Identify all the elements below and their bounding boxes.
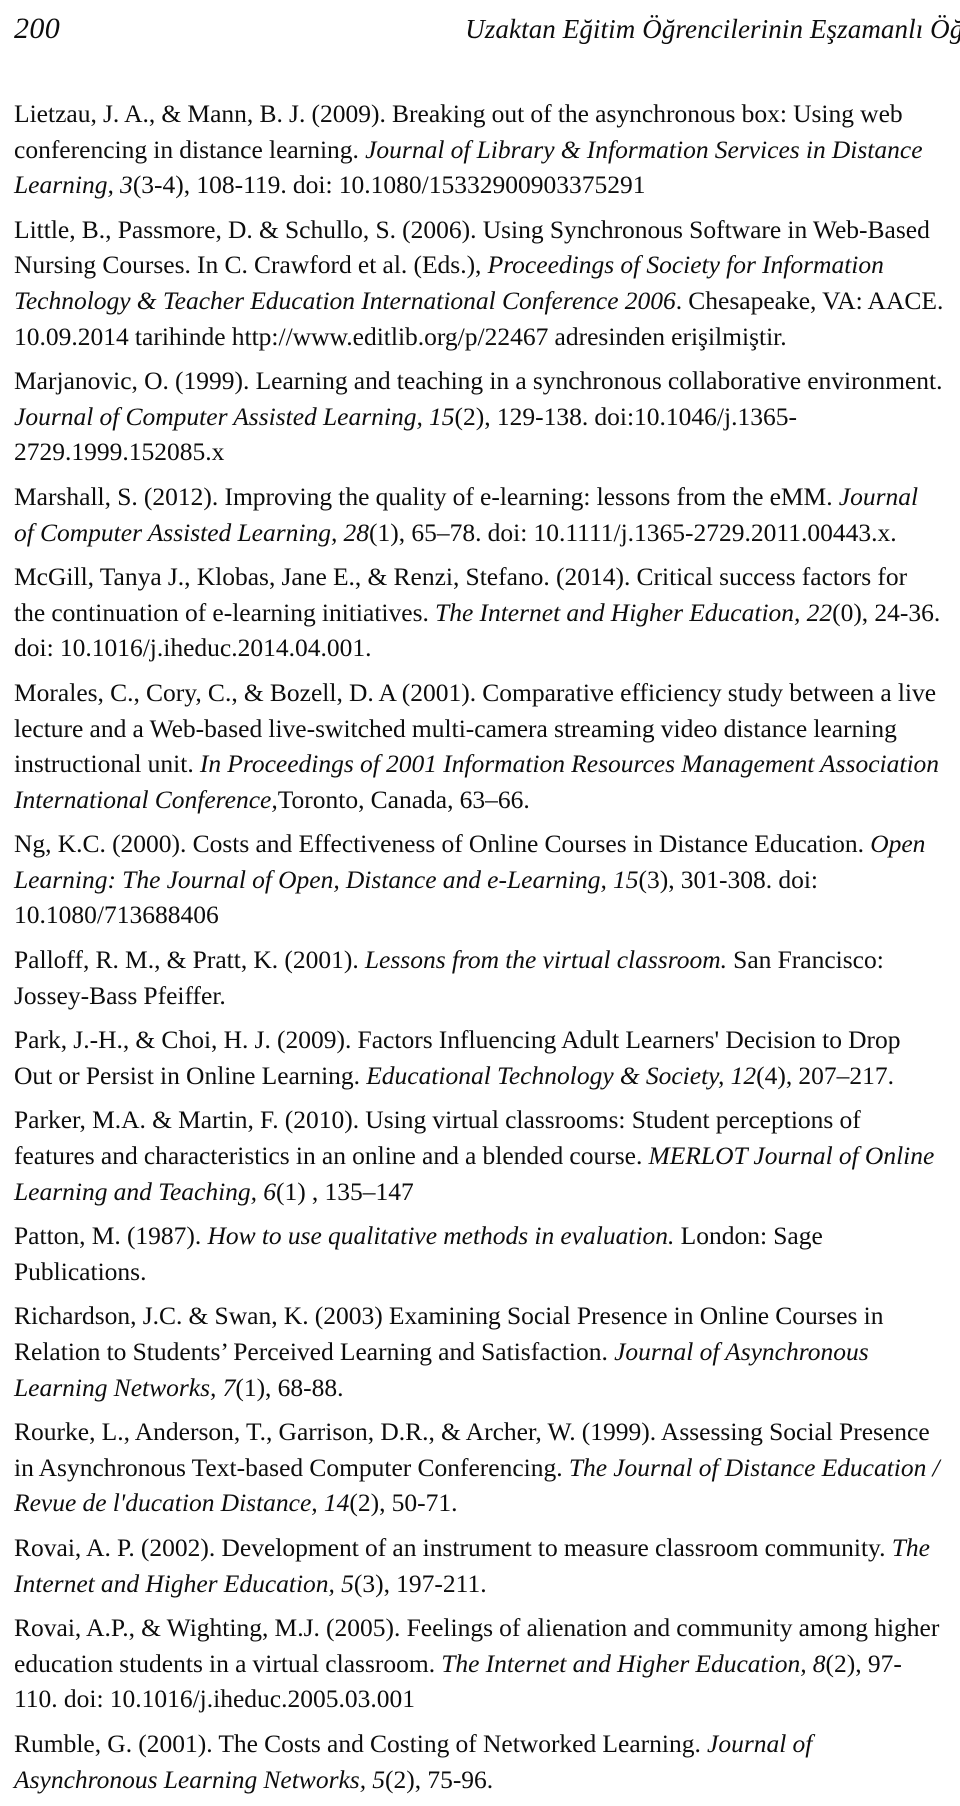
reference-text-segment: (4), 207–217. <box>756 1060 895 1090</box>
reference-entry: Richardson, J.C. & Swan, K. (2003) Exami… <box>14 1298 944 1405</box>
reference-text-segment: Marjanovic, O. (1999). Learning and teac… <box>14 366 943 396</box>
reference-italic-segment: The Internet and Higher Education, 22 <box>435 597 833 627</box>
reference-entry: Palloff, R. M., & Pratt, K. (2001). Less… <box>14 942 944 1013</box>
reference-entry: Patton, M. (1987). How to use qualitativ… <box>14 1218 944 1289</box>
reference-italic-segment: The Internet and Higher Education, 8 <box>441 1648 826 1678</box>
reference-text-segment: Toronto, Canada, 63–66. <box>277 784 530 814</box>
reference-text-segment: Rumble, G. (2001). The Costs and Costing… <box>14 1728 708 1758</box>
reference-entry: Parker, M.A. & Martin, F. (2010). Using … <box>14 1102 944 1209</box>
reference-text-segment: (3), 197-211. <box>353 1568 487 1598</box>
page-number: 200 <box>14 12 61 45</box>
reference-text-segment: (1) , 135–147 <box>275 1176 414 1206</box>
document-page: 200 Uzaktan Eğitim Öğrencilerinin Eşzama… <box>0 0 960 1806</box>
reference-entry: Little, B., Passmore, D. & Schullo, S. (… <box>14 212 944 354</box>
reference-entry: Marshall, S. (2012). Improving the quali… <box>14 479 944 550</box>
header-row: 200 Uzaktan Eğitim Öğrencilerinin Eşzama… <box>14 12 960 46</box>
reference-entry: Rovai, A. P. (2002). Development of an i… <box>14 1530 944 1601</box>
reference-entry: McGill, Tanya J., Klobas, Jane E., & Ren… <box>14 559 944 666</box>
reference-text-segment: (3-4), 108-119. doi: 10.1080/15332900903… <box>132 170 646 200</box>
reference-entry: Rumble, G. (2001). The Costs and Costing… <box>14 1726 944 1797</box>
reference-text-segment: Rovai, A. P. (2002). Development of an i… <box>14 1532 892 1562</box>
reference-text-segment: Palloff, R. M., & Pratt, K. (2001). <box>14 945 365 975</box>
reference-entry: Rovai, A.P., & Wighting, M.J. (2005). Fe… <box>14 1610 944 1717</box>
reference-entry: Ng, K.C. (2000). Costs and Effectiveness… <box>14 826 944 933</box>
reference-text-segment: Patton, M. (1987). <box>14 1221 208 1251</box>
reference-text-segment: Ng, K.C. (2000). Costs and Effectiveness… <box>14 829 871 859</box>
reference-list: Lietzau, J. A., & Mann, B. J. (2009). Br… <box>0 96 960 1797</box>
reference-text-segment: (1), 68-88. <box>235 1372 344 1402</box>
reference-text-segment: Marshall, S. (2012). Improving the quali… <box>14 481 839 511</box>
reference-italic-segment: Educational Technology & Society, 12 <box>366 1060 757 1090</box>
running-header: 200 Uzaktan Eğitim Öğrencilerinin Eşzama… <box>0 0 960 96</box>
reference-entry: Rourke, L., Anderson, T., Garrison, D.R.… <box>14 1414 944 1521</box>
reference-text-segment: (2), 50-71. <box>349 1488 458 1518</box>
reference-text-segment: (1), 65–78. doi: 10.1111/j.1365-2729.201… <box>369 517 897 547</box>
reference-entry: Marjanovic, O. (1999). Learning and teac… <box>14 363 944 470</box>
reference-entry: Lietzau, J. A., & Mann, B. J. (2009). Br… <box>14 96 944 203</box>
reference-entry: Park, J.-H., & Choi, H. J. (2009). Facto… <box>14 1022 944 1093</box>
reference-text-segment: (2), 75-96. <box>385 1764 494 1794</box>
reference-italic-segment: Lessons from the virtual classroom. <box>364 945 727 975</box>
reference-italic-segment: How to use qualitative methods in evalua… <box>207 1221 675 1251</box>
running-title: Uzaktan Eğitim Öğrencilerinin Eşzamanlı … <box>465 14 960 44</box>
reference-italic-segment: Journal of Computer Assisted Learning, 1… <box>14 401 455 431</box>
reference-entry: Morales, C., Cory, C., & Bozell, D. A (2… <box>14 675 944 817</box>
